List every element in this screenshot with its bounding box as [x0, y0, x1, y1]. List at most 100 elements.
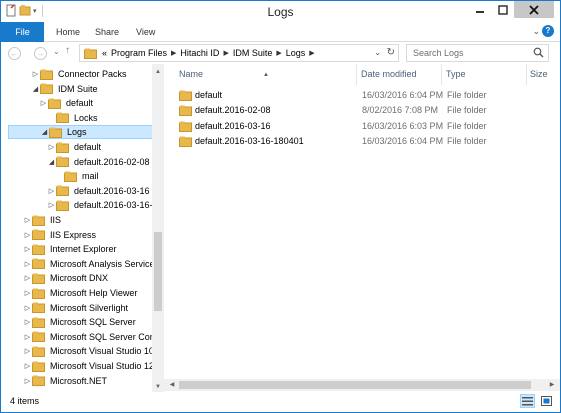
- column-header-type[interactable]: Type: [442, 64, 527, 85]
- tree-item[interactable]: ▷ Microsoft Silverlight: [23, 301, 128, 315]
- file-list-scrollbar[interactable]: ◀ ▶: [164, 379, 560, 391]
- breadcrumb-separator-icon[interactable]: ▶: [223, 49, 228, 57]
- tree-item[interactable]: ▷ Microsoft Visual Studio 10.: [23, 344, 152, 358]
- scroll-right-icon[interactable]: ▶: [546, 379, 558, 391]
- tree-item[interactable]: ◢ Logs: [8, 125, 152, 140]
- collapsed-arrow-icon[interactable]: ▷: [47, 187, 56, 195]
- tree-item[interactable]: ◢ default.2016-02-08: [47, 155, 150, 169]
- search-input[interactable]: Search Logs: [406, 44, 549, 62]
- collapsed-arrow-icon[interactable]: ▷: [47, 143, 56, 151]
- tree-item[interactable]: ▷ default: [47, 140, 101, 154]
- tree-item[interactable]: ▷ IIS Express: [23, 228, 96, 242]
- breadcrumb-item[interactable]: Program Files: [111, 48, 167, 58]
- file-row[interactable]: default 16/03/2016 6:04 PM File folder: [164, 88, 560, 102]
- column-header-name[interactable]: Name ▲: [164, 64, 357, 85]
- breadcrumb-separator-icon[interactable]: ▶: [276, 49, 281, 57]
- breadcrumb-separator-icon[interactable]: ▶: [309, 49, 314, 57]
- file-type: File folder: [447, 90, 487, 100]
- tree-item[interactable]: Locks: [47, 111, 98, 125]
- tree-item[interactable]: ▷ Microsoft Analysis Services: [23, 257, 152, 271]
- collapsed-arrow-icon[interactable]: ▷: [47, 201, 56, 209]
- tab-share[interactable]: Share: [95, 22, 119, 42]
- large-icons-view-button[interactable]: [539, 394, 554, 408]
- tree-item[interactable]: mail: [55, 169, 99, 183]
- tree-item[interactable]: ▷ Internet Explorer: [23, 242, 117, 256]
- help-icon[interactable]: ?: [542, 25, 554, 37]
- maximize-button[interactable]: [491, 1, 514, 18]
- tree-item[interactable]: ◢ IDM Suite: [31, 82, 98, 96]
- column-header-date[interactable]: Date modified: [357, 64, 442, 85]
- breadcrumb-item[interactable]: Logs: [286, 48, 306, 58]
- tree-item[interactable]: ▷ default.2016-03-16-1: [47, 198, 152, 212]
- scrollbar-thumb[interactable]: [154, 232, 162, 311]
- collapsed-arrow-icon[interactable]: ▷: [39, 99, 48, 107]
- folder-icon: [49, 127, 62, 138]
- breadcrumb-separator-icon[interactable]: ▶: [171, 49, 176, 57]
- tree-item[interactable]: ▷ Connector Packs: [31, 67, 127, 81]
- collapsed-arrow-icon[interactable]: ▷: [23, 347, 32, 355]
- collapsed-arrow-icon[interactable]: ▷: [23, 362, 32, 370]
- expand-ribbon-icon[interactable]: ⌄: [532, 26, 540, 37]
- address-bar[interactable]: « Program Files ▶ Hitachi ID ▶ IDM Suite…: [79, 44, 399, 62]
- tab-view[interactable]: View: [136, 22, 155, 42]
- minimize-button[interactable]: [468, 1, 491, 18]
- scroll-up-icon[interactable]: ▲: [152, 66, 164, 78]
- tree-item-label: IDM Suite: [58, 83, 98, 94]
- tree-item-label: default.2016-03-16: [74, 185, 150, 196]
- navigation-bar: ← → ⌄ ↑ « Program Files ▶ Hitachi ID ▶ I…: [1, 42, 560, 64]
- tree-item[interactable]: ▷ Microsoft DNX: [23, 271, 108, 285]
- collapsed-arrow-icon[interactable]: ▷: [23, 289, 32, 297]
- collapsed-arrow-icon[interactable]: ▷: [23, 304, 32, 312]
- collapsed-arrow-icon[interactable]: ▷: [23, 318, 32, 326]
- column-header-size[interactable]: Size: [527, 64, 560, 85]
- collapsed-arrow-icon[interactable]: ▷: [23, 231, 32, 239]
- address-dropdown-icon[interactable]: ⌄: [374, 48, 381, 57]
- up-arrow-icon[interactable]: ↑: [65, 45, 70, 56]
- details-view-button[interactable]: [520, 394, 535, 408]
- folder-icon: [179, 105, 192, 117]
- tree-item[interactable]: ▷ Microsoft SQL Server: [23, 315, 136, 329]
- minimize-icon: [475, 10, 484, 13]
- expanded-arrow-icon[interactable]: ◢: [47, 158, 56, 166]
- tree-item-label: IIS: [50, 215, 62, 225]
- collapsed-arrow-icon[interactable]: ▷: [31, 70, 40, 78]
- maximize-icon: [497, 4, 508, 15]
- expanded-arrow-icon[interactable]: ◢: [31, 85, 40, 93]
- tree-item-label: Connector Packs: [58, 69, 127, 79]
- tree-item-label: Microsoft Help Viewer: [50, 288, 138, 298]
- navigation-pane-scrollbar[interactable]: ▲ ▼: [152, 64, 164, 395]
- tree-item[interactable]: ▷ IIS: [23, 213, 61, 227]
- refresh-icon[interactable]: ↻: [387, 47, 395, 58]
- collapsed-arrow-icon[interactable]: ▷: [23, 274, 32, 282]
- collapsed-arrow-icon[interactable]: ▷: [23, 377, 32, 385]
- recent-locations-icon[interactable]: ⌄: [53, 47, 60, 56]
- collapsed-arrow-icon[interactable]: ▷: [23, 216, 32, 224]
- tree-item[interactable]: ▷ Microsoft Visual Studio 12.: [23, 359, 152, 373]
- expanded-arrow-icon[interactable]: ◢: [40, 128, 49, 136]
- file-row[interactable]: default.2016-03-16-180401 16/03/2016 6:04…: [164, 134, 560, 148]
- breadcrumb-item[interactable]: Hitachi ID: [180, 48, 219, 58]
- tree-item[interactable]: ▷ Microsoft.NET: [23, 374, 107, 388]
- file-type: File folder: [447, 135, 487, 146]
- tree-item[interactable]: ▷ Microsoft Help Viewer: [23, 286, 137, 300]
- scroll-left-icon[interactable]: ◀: [166, 379, 178, 391]
- breadcrumb-item[interactable]: IDM Suite: [233, 48, 273, 58]
- file-row[interactable]: default.2016-03-16 16/03/2016 6:03 PM File…: [164, 119, 560, 133]
- file-row[interactable]: default.2016-02-08 8/02/2016 7:08 PM File …: [164, 103, 560, 117]
- tree-item[interactable]: ▷ default.2016-03-16: [47, 184, 150, 198]
- close-button[interactable]: [514, 1, 554, 18]
- search-icon[interactable]: [533, 47, 544, 58]
- collapsed-arrow-icon[interactable]: ▷: [23, 260, 32, 268]
- collapsed-arrow-icon[interactable]: ▷: [23, 245, 32, 253]
- tab-file[interactable]: File: [1, 22, 44, 42]
- folder-icon: [40, 83, 53, 95]
- collapsed-arrow-icon[interactable]: ▷: [23, 333, 32, 341]
- scrollbar-thumb[interactable]: [179, 381, 531, 389]
- tab-home[interactable]: Home: [56, 22, 80, 42]
- back-button[interactable]: ←: [8, 47, 21, 60]
- forward-button[interactable]: →: [34, 47, 47, 60]
- tree-item[interactable]: ▷ default: [39, 96, 93, 110]
- tree-item[interactable]: ▷ Microsoft SQL Server Com: [23, 330, 152, 344]
- breadcrumb-overflow[interactable]: «: [102, 48, 107, 58]
- tree-item-label: Internet Explorer: [50, 244, 117, 255]
